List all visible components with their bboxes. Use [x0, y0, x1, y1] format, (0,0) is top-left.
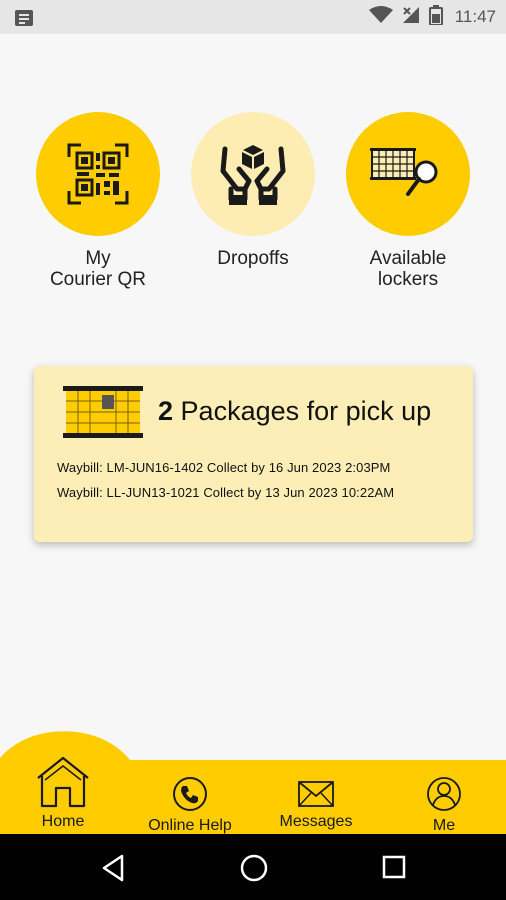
recents-icon[interactable] [381, 854, 407, 880]
waybill-line: Waybill: LL-JUN13-1021 Collect by 13 Jun… [57, 485, 395, 500]
locker-icon [63, 386, 143, 438]
nav-online-help[interactable]: Online Help [140, 776, 240, 835]
status-time: 11:47 [454, 7, 496, 26]
nav-home[interactable]: Home [22, 756, 104, 831]
available-lockers-button[interactable]: Available lockers [328, 112, 488, 290]
nav-messages[interactable]: Messages [270, 778, 362, 831]
status-bar: 11:47 [0, 0, 506, 34]
nav-online-help-label: Online Help [148, 817, 232, 834]
phone-icon [173, 777, 207, 811]
nav-me-label: Me [432, 817, 456, 834]
home-icon [37, 756, 89, 808]
my-courier-qr-label: My Courier QR [49, 248, 147, 290]
pickup-title-text: Packages for pick up [180, 396, 432, 426]
signal-icon [401, 5, 421, 30]
nav-me[interactable]: Me [412, 776, 476, 835]
qr-code-icon [67, 143, 129, 205]
hands-package-icon [220, 145, 286, 205]
nav-messages-label: Messages [279, 813, 353, 830]
nav-home-label: Home [41, 813, 85, 830]
qr-circle [36, 112, 160, 236]
notification-icon [14, 9, 34, 32]
system-nav-bar [0, 834, 506, 900]
locker-search-icon [370, 148, 438, 196]
back-icon[interactable] [100, 854, 126, 882]
dropoffs-circle [191, 112, 315, 236]
pickup-card[interactable]: 2 Packages for pick up Waybill: LM-JUN16… [34, 366, 473, 542]
my-courier-qr-button[interactable]: My Courier QR [18, 112, 178, 290]
dropoffs-button[interactable]: Dropoffs [173, 112, 333, 269]
lockers-circle [346, 112, 470, 236]
waybill-line: Waybill: LM-JUN16-1402 Collect by 16 Jun… [57, 460, 391, 475]
pickup-title: 2 Packages for pick up [158, 396, 431, 427]
bottom-nav: Home Online Help Messages Me [0, 728, 506, 834]
wifi-icon [368, 5, 393, 29]
available-lockers-label: Available lockers [369, 248, 447, 290]
pickup-count: 2 [158, 396, 174, 426]
user-icon [427, 777, 461, 811]
battery-icon [428, 4, 443, 30]
home-circle-icon[interactable] [239, 853, 269, 883]
dropoffs-label: Dropoffs [217, 248, 289, 269]
envelope-icon [298, 781, 334, 807]
